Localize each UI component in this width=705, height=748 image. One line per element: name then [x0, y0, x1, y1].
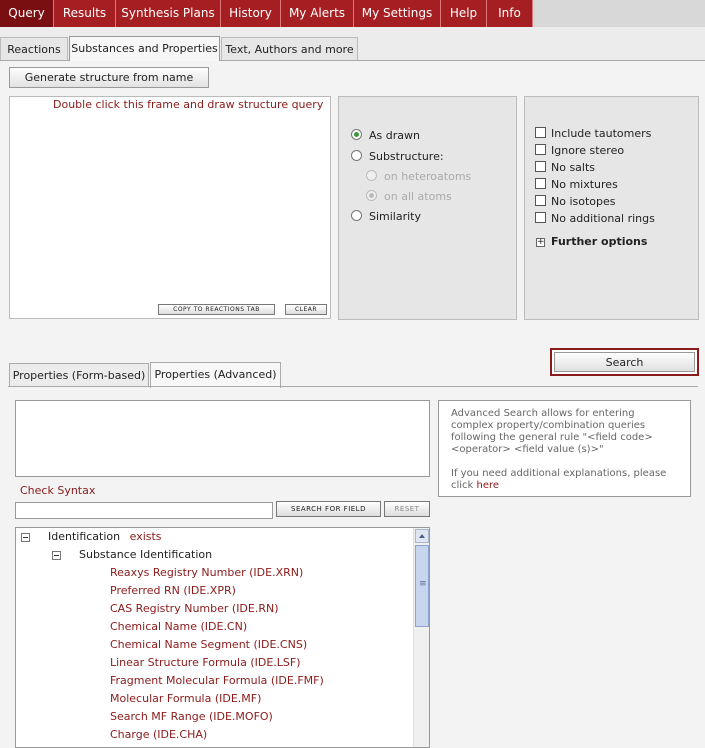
clear-structure-button[interactable]: CLEAR — [285, 304, 327, 315]
collapse-icon[interactable] — [21, 533, 30, 542]
info-more: If you need additional explanations, ple… — [451, 468, 678, 492]
no-isotopes-checkbox[interactable] — [535, 195, 546, 206]
ignore-stereo-checkbox[interactable] — [535, 144, 546, 155]
no-mixtures-checkbox[interactable] — [535, 178, 546, 189]
tree-field-item[interactable]: Reaxys Registry Number (IDE.XRN) — [110, 566, 303, 579]
no-isotopes-label: No isotopes — [551, 195, 616, 208]
no-additional-rings-checkbox[interactable] — [535, 212, 546, 223]
advanced-search-info: Advanced Search allows for entering comp… — [438, 400, 691, 497]
nav-my-settings[interactable]: My Settings — [354, 0, 441, 27]
search-mode-panel: As drawn Substructure: on heteroatoms on… — [338, 96, 517, 320]
tab-substances-properties[interactable]: Substances and Properties — [69, 36, 220, 61]
tree-field-item[interactable]: Search MF Range (IDE.MOFO) — [110, 710, 273, 723]
tree-field-item[interactable]: Molecular Formula (IDE.MF) — [110, 692, 261, 705]
tree-field-item[interactable]: Chemical Name Segment (IDE.CNS) — [110, 638, 307, 651]
nav-query[interactable]: Query — [0, 0, 54, 27]
nav-filler — [533, 0, 705, 27]
collapse-icon[interactable] — [52, 551, 61, 560]
search-button-label: Search — [554, 352, 695, 372]
further-options-link[interactable]: Further options — [551, 235, 647, 248]
tabs-divider — [8, 386, 698, 387]
tab-text-authors[interactable]: Text, Authors and more — [221, 37, 358, 60]
nav-history[interactable]: History — [221, 0, 281, 27]
structure-draw-frame[interactable]: Double click this frame and draw structu… — [9, 96, 331, 319]
as-drawn-label: As drawn — [369, 129, 420, 142]
as-drawn-radio[interactable] — [351, 129, 362, 140]
generate-structure-button[interactable]: Generate structure from name — [9, 67, 209, 88]
include-tautomers-label: Include tautomers — [551, 127, 652, 140]
search-options-panel: Include tautomers Ignore stereo No salts… — [524, 96, 699, 320]
query-subtabs: Reactions Substances and Properties Text… — [0, 27, 705, 61]
info-here-link[interactable]: here — [477, 480, 500, 491]
reset-button[interactable]: RESET — [384, 501, 430, 517]
tab-properties-form[interactable]: Properties (Form-based) — [9, 363, 149, 387]
tree-field-item[interactable]: Fragment Molecular Formula (IDE.FMF) — [110, 674, 324, 687]
nav-synthesis-plans[interactable]: Synthesis Plans — [116, 0, 221, 27]
expand-plus-icon[interactable]: + — [536, 238, 545, 247]
substructure-label: Substructure: — [369, 150, 444, 163]
nav-results[interactable]: Results — [54, 0, 116, 27]
search-for-field-button[interactable]: SEARCH FOR FIELD — [276, 501, 381, 517]
tree-field-item[interactable]: Linear Structure Formula (IDE.LSF) — [110, 656, 301, 669]
tree-field-item[interactable]: Preferred RN (IDE.XPR) — [110, 584, 236, 597]
tree-field-item[interactable]: CAS Registry Number (IDE.RN) — [110, 602, 279, 615]
search-button[interactable]: Search — [550, 348, 699, 376]
substructure-radio[interactable] — [351, 150, 362, 161]
no-salts-checkbox[interactable] — [535, 161, 546, 172]
tree-root-identification[interactable]: Identification exists — [48, 530, 162, 543]
check-syntax-link[interactable]: Check Syntax — [20, 484, 95, 497]
no-salts-label: No salts — [551, 161, 596, 174]
scroll-thumb[interactable] — [415, 545, 429, 627]
tree-root-label: Identification — [48, 530, 121, 543]
advanced-query-textarea[interactable] — [15, 400, 430, 477]
nav-my-alerts[interactable]: My Alerts — [281, 0, 354, 27]
nav-help[interactable]: Help — [441, 0, 487, 27]
tree-field-item[interactable]: Chemical Name (IDE.CN) — [110, 620, 247, 633]
exists-link[interactable]: exists — [130, 530, 162, 543]
field-tree: Identification exists Substance Identifi… — [15, 527, 430, 748]
on-all-atoms-label: on all atoms — [384, 190, 452, 203]
tab-properties-advanced[interactable]: Properties (Advanced) — [150, 362, 281, 388]
tree-field-item[interactable]: Charge (IDE.CHA) — [110, 728, 207, 741]
copy-to-reactions-button[interactable]: COPY TO REACTIONS TAB — [158, 304, 275, 315]
on-heteroatoms-label: on heteroatoms — [384, 170, 472, 183]
top-navigation: Query Results Synthesis Plans History My… — [0, 0, 705, 27]
ignore-stereo-label: Ignore stereo — [551, 144, 625, 157]
include-tautomers-checkbox[interactable] — [535, 127, 546, 138]
scroll-up-arrow-icon[interactable] — [415, 529, 429, 543]
no-additional-rings-label: No additional rings — [551, 212, 655, 225]
on-all-atoms-radio[interactable] — [366, 190, 377, 201]
tree-substance-identification[interactable]: Substance Identification — [79, 548, 212, 561]
tree-scrollbar[interactable] — [413, 528, 429, 747]
on-heteroatoms-radio[interactable] — [366, 170, 377, 181]
draw-hint: Double click this frame and draw structu… — [53, 98, 324, 111]
similarity-label: Similarity — [369, 210, 422, 223]
info-text: Advanced Search allows for entering comp… — [451, 408, 653, 455]
similarity-radio[interactable] — [351, 210, 362, 221]
tab-reactions[interactable]: Reactions — [0, 37, 68, 60]
no-mixtures-label: No mixtures — [551, 178, 618, 191]
nav-info[interactable]: Info — [487, 0, 533, 27]
field-search-input[interactable] — [15, 502, 273, 519]
